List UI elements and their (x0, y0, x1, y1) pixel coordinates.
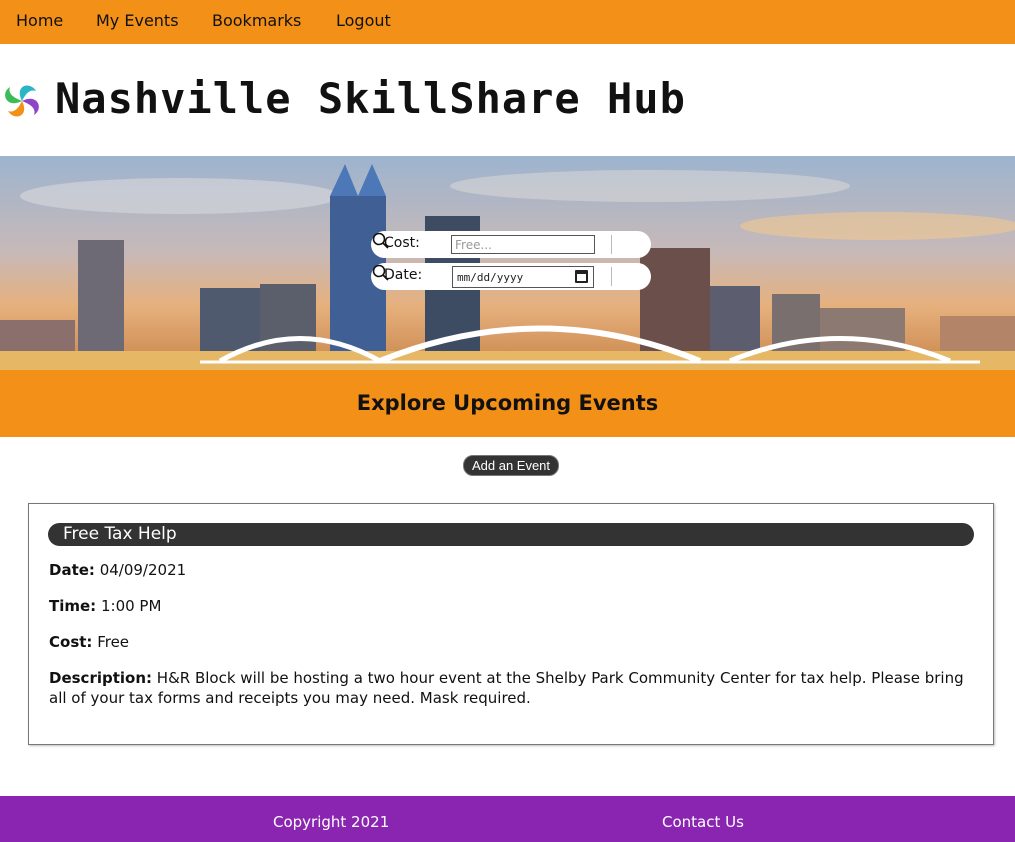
footer-copyright: Copyright 2021 (273, 813, 390, 831)
colorful-swirl-logo-icon (5, 85, 39, 117)
brand-header: Nashville SkillShare Hub (0, 44, 1015, 156)
event-cost-value: Free (97, 633, 130, 651)
event-card: Free Tax Help Date: 04/09/2021 Time: 1:0… (28, 503, 994, 745)
date-filter-bar: Date: mm/dd/yyyy (371, 263, 651, 290)
cost-filter-input[interactable] (451, 235, 595, 254)
event-card-header: Free Tax Help (48, 523, 974, 546)
cost-filter-bar: Cost: (371, 231, 651, 258)
event-date-label: Date: (49, 561, 95, 579)
divider (611, 235, 612, 254)
divider (611, 267, 612, 286)
date-placeholder: mm/dd/yyyy (457, 271, 524, 284)
event-description-row: Description: H&R Block will be hosting a… (49, 668, 969, 708)
calendar-icon[interactable] (575, 270, 588, 283)
date-filter-input[interactable]: mm/dd/yyyy (452, 266, 594, 288)
search-icon[interactable] (371, 263, 391, 283)
hero-skyline-banner: Cost: Date: mm/dd/yyyy (0, 156, 1015, 370)
nav-logout-link[interactable]: Logout (336, 11, 391, 30)
nav-my-events-link[interactable]: My Events (96, 11, 179, 30)
section-banner: Explore Upcoming Events (0, 370, 1015, 437)
event-time-label: Time: (49, 597, 97, 615)
event-cost-label: Cost: (49, 633, 93, 651)
section-title: Explore Upcoming Events (356, 391, 659, 415)
search-icon[interactable] (371, 231, 391, 251)
site-title: Nashville SkillShare Hub (55, 74, 686, 123)
footer: Copyright 2021 Contact Us (0, 796, 1015, 842)
footer-contact-link[interactable]: Contact Us (662, 813, 744, 831)
event-time-value: 1:00 PM (100, 597, 162, 615)
nav-bookmarks-link[interactable]: Bookmarks (212, 11, 301, 30)
add-event-button[interactable]: Add an Event (463, 455, 559, 476)
event-title: Free Tax Help (63, 524, 177, 544)
event-date-row: Date: 04/09/2021 (49, 560, 186, 580)
event-time-row: Time: 1:00 PM (49, 596, 161, 616)
nav-home-link[interactable]: Home (16, 11, 63, 30)
event-description-label: Description: (49, 669, 153, 687)
event-date-value: 04/09/2021 (99, 561, 187, 579)
event-cost-row: Cost: Free (49, 632, 129, 652)
top-navbar: Home My Events Bookmarks Logout (0, 0, 1015, 44)
event-description-value: H&R Block will be hosting a two hour eve… (49, 669, 964, 707)
